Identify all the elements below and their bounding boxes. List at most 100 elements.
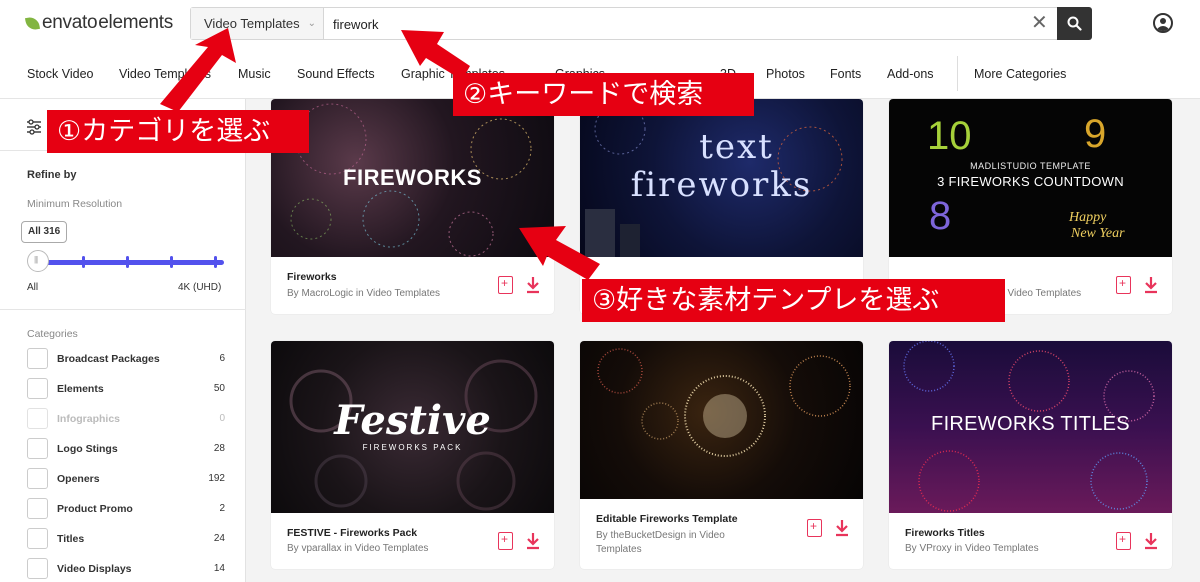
category-select[interactable]: Video Templates ⌄ bbox=[191, 8, 324, 39]
nav-music[interactable]: Music bbox=[238, 67, 271, 81]
nav-video-templates[interactable]: Video Templates bbox=[119, 67, 211, 81]
logo-text-elements: elements bbox=[98, 12, 173, 33]
category-count: 50 bbox=[213, 383, 225, 394]
card-title[interactable]: FESTIVE - Fireworks Pack bbox=[287, 527, 417, 539]
category-checkbox-infographics: Infographics 0 bbox=[27, 408, 225, 430]
card-title[interactable]: Fireworks bbox=[287, 271, 337, 283]
nav-sound-effects[interactable]: Sound Effects bbox=[297, 67, 375, 81]
download-icon[interactable] bbox=[1143, 276, 1159, 294]
slider-tick bbox=[214, 256, 217, 268]
download-icon[interactable] bbox=[525, 532, 541, 550]
card-author[interactable]: By MacroLogic in Video Templates bbox=[287, 287, 440, 301]
search-input[interactable]: firework bbox=[333, 17, 379, 32]
category-checkbox-openers[interactable]: Openers 192 bbox=[27, 468, 225, 490]
nav-more-categories[interactable]: More Categories bbox=[974, 67, 1066, 81]
result-card[interactable]: Editable Fireworks Template By theBucket… bbox=[580, 341, 863, 569]
checkbox bbox=[27, 408, 48, 429]
bookmark-icon[interactable] bbox=[807, 519, 822, 537]
bookmark-icon[interactable] bbox=[1116, 276, 1131, 294]
checkbox[interactable] bbox=[27, 528, 48, 549]
thumbnail-text: FIREWORKS bbox=[343, 165, 482, 190]
callout-step2: ②キーワードで検索 bbox=[453, 73, 754, 116]
nav-stock-video[interactable]: Stock Video bbox=[27, 67, 93, 81]
result-card[interactable]: FIREWORKS Fireworks By MacroLogic in Vid… bbox=[271, 99, 554, 314]
bookmark-icon[interactable] bbox=[1116, 532, 1131, 550]
slider-tick bbox=[170, 256, 173, 268]
slider-tick bbox=[82, 256, 85, 268]
category-count: 2 bbox=[219, 503, 225, 514]
download-icon[interactable] bbox=[1143, 532, 1159, 550]
nav-photos[interactable]: Photos bbox=[766, 67, 805, 81]
thumbnail-image[interactable] bbox=[580, 341, 863, 499]
card-author[interactable]: in Video Templates bbox=[997, 287, 1081, 301]
category-label: Broadcast Packages bbox=[57, 353, 160, 365]
logo-text-envato: envato bbox=[42, 12, 98, 33]
filter-icon[interactable] bbox=[26, 119, 42, 135]
category-label: Openers bbox=[57, 473, 100, 485]
bookmark-icon[interactable] bbox=[498, 276, 513, 294]
bookmark-icon[interactable] bbox=[498, 532, 513, 550]
result-card[interactable]: FIREWORKS TITLES Fireworks Titles By VPr… bbox=[889, 341, 1172, 569]
category-label: Elements bbox=[57, 383, 104, 395]
categories-heading: Categories bbox=[27, 328, 78, 340]
category-checkbox-elements[interactable]: Elements 50 bbox=[27, 378, 225, 400]
checkbox[interactable] bbox=[27, 498, 48, 519]
thumbnail-text: FIREWORKS TITLES bbox=[931, 413, 1130, 435]
category-checkbox-titles[interactable]: Titles 24 bbox=[27, 528, 225, 550]
thumbnail-image[interactable]: Festive FIREWORKS PACK bbox=[271, 341, 554, 513]
category-count: 28 bbox=[213, 443, 225, 454]
card-author[interactable]: By vparallax in Video Templates bbox=[287, 542, 428, 556]
slider-tick bbox=[126, 256, 129, 268]
svg-text:9: 9 bbox=[1084, 112, 1106, 156]
thumbnail-text: MADLISTUDIO TEMPLATE bbox=[970, 161, 1091, 171]
checkbox[interactable] bbox=[27, 348, 48, 369]
checkbox[interactable] bbox=[27, 468, 48, 489]
slider-max-label: 4K (UHD) bbox=[178, 282, 222, 293]
card-author[interactable]: By VProxy in Video Templates bbox=[905, 542, 1039, 556]
checkbox[interactable] bbox=[27, 438, 48, 459]
envato-logo[interactable]: envato elements bbox=[24, 12, 173, 34]
thumbnail-image[interactable]: FIREWORKS TITLES bbox=[889, 341, 1172, 513]
category-checkbox-logo-stings[interactable]: Logo Stings 28 bbox=[27, 438, 225, 460]
result-card[interactable]: Festive FIREWORKS PACK FESTIVE - Firewor… bbox=[271, 341, 554, 569]
download-icon[interactable] bbox=[834, 519, 850, 537]
category-label: Video Displays bbox=[57, 563, 132, 575]
refine-heading: Refine by bbox=[27, 169, 77, 181]
user-account-icon[interactable] bbox=[1153, 13, 1173, 33]
category-label: Logo Stings bbox=[57, 443, 118, 455]
search-bar: Video Templates ⌄ firework ✕ bbox=[190, 7, 1092, 40]
category-count: 0 bbox=[219, 413, 225, 424]
thumbnail-text: fireworks bbox=[630, 165, 813, 205]
resolution-slider-track[interactable] bbox=[38, 260, 224, 265]
search-button[interactable] bbox=[1057, 7, 1092, 40]
thumbnail-text: 3 FIREWORKS COUNTDOWN bbox=[937, 174, 1124, 189]
card-author[interactable]: By theBucketDesign in Video Templates bbox=[596, 529, 761, 557]
thumbnail-image[interactable]: text fireworks bbox=[580, 99, 863, 257]
filter-sidebar: Refine by Minimum Resolution All 316 All… bbox=[0, 99, 246, 582]
sidebar-divider bbox=[0, 309, 246, 310]
svg-text:New Year: New Year bbox=[1070, 226, 1125, 241]
card-title[interactable]: Fireworks Titles bbox=[905, 527, 985, 539]
category-checkbox-product-promo[interactable]: Product Promo 2 bbox=[27, 498, 225, 520]
category-label: Titles bbox=[57, 533, 85, 545]
category-label: Product Promo bbox=[57, 503, 133, 515]
thumbnail-image[interactable]: FIREWORKS bbox=[271, 99, 554, 257]
leaf-icon bbox=[24, 15, 41, 31]
svg-text:Happy: Happy bbox=[1068, 210, 1107, 225]
category-count: 6 bbox=[219, 353, 225, 364]
category-checkbox-video-displays[interactable]: Video Displays 14 bbox=[27, 558, 225, 580]
category-count: 14 bbox=[213, 563, 225, 574]
category-checkbox-broadcast-packages[interactable]: Broadcast Packages 6 bbox=[27, 348, 225, 370]
download-icon[interactable] bbox=[525, 276, 541, 294]
close-icon[interactable]: ✕ bbox=[1031, 13, 1048, 33]
resolution-slider-handle[interactable] bbox=[27, 250, 49, 272]
nav-add-ons[interactable]: Add-ons bbox=[887, 67, 934, 81]
svg-text:10: 10 bbox=[927, 114, 972, 158]
thumbnail-text: text bbox=[699, 127, 774, 167]
checkbox[interactable] bbox=[27, 378, 48, 399]
card-title[interactable]: Editable Fireworks Template bbox=[596, 513, 738, 525]
nav-fonts[interactable]: Fonts bbox=[830, 67, 861, 81]
thumbnail-image[interactable]: 10 9 8 Happy New Year MADLISTUDIO TEMPLA… bbox=[889, 99, 1172, 257]
checkbox[interactable] bbox=[27, 558, 48, 579]
search-icon bbox=[1067, 16, 1082, 31]
